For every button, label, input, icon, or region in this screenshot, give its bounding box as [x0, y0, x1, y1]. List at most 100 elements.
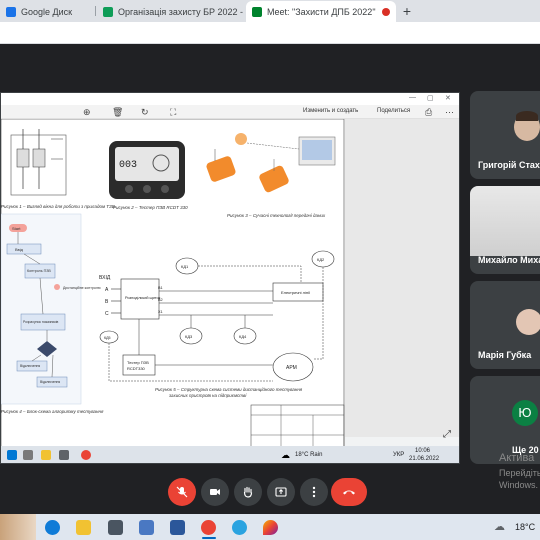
figure-caption: Рисунок 4 – Блок-схема алгоритму тестува… — [1, 409, 104, 414]
system-structure-diagram: ВХІД A B C Розподільчий щиток B1 B2 X1 Е… — [99, 250, 335, 382]
tab-google-drive[interactable]: Google Диск — [0, 1, 92, 22]
participant-video — [470, 186, 540, 256]
rotate-icon[interactable]: ↻ — [141, 107, 149, 118]
input-label: ВХІД — [99, 275, 111, 281]
terminal-label: X1 — [158, 310, 163, 314]
maximize-icon[interactable]: ▢ — [427, 94, 434, 102]
chrome-icon[interactable] — [81, 450, 91, 460]
sheets-icon — [103, 6, 113, 17]
edit-create-button[interactable]: Изменить и создать — [303, 108, 358, 114]
browser-tab-strip: Google Диск Організація захисту БР 2022 … — [0, 0, 540, 22]
cloud-icon: ☁ — [494, 521, 505, 533]
rcd-wiring-schematic — [10, 129, 67, 196]
print-icon[interactable]: ⎙ — [425, 107, 432, 118]
clock-time: 10:06 — [415, 448, 431, 454]
flowchart-step: Розрахунок показників — [23, 320, 59, 324]
windows-start-icon[interactable] — [7, 450, 17, 460]
microphone-off-icon — [176, 486, 188, 498]
word-icon[interactable] — [170, 520, 185, 535]
camera-toggle-button[interactable] — [201, 478, 229, 506]
figure-caption: Рисунок 5 – Структурна схема системи дис… — [155, 387, 303, 392]
tab-meet[interactable]: Meet: "Захисти ДПБ 2022" ✕ — [246, 1, 396, 22]
more-vertical-icon — [312, 486, 316, 498]
tab-label: Організація захисту БР 2022 - G — [118, 6, 243, 17]
tester-display-value: 003 — [119, 160, 137, 171]
end-call-button[interactable] — [331, 478, 367, 506]
new-tab-button[interactable]: + — [399, 3, 415, 19]
more-options-button[interactable] — [300, 478, 328, 506]
raise-hand-icon — [243, 486, 253, 498]
terminal-label: B1 — [158, 286, 163, 290]
node-label: КД5 — [104, 336, 111, 340]
activation-watermark: Windows. — [499, 480, 539, 490]
flowchart-step: Контроль ПЗВ — [27, 269, 51, 273]
participant-tile[interactable]: Михайло Михайлишин — [470, 186, 540, 274]
microphone-toggle-button[interactable] — [168, 478, 196, 506]
flowchart-start: Start — [12, 226, 21, 231]
tab-label: Meet: "Захисти ДПБ 2022" — [267, 6, 376, 17]
participant-tile[interactable]: Марія Губка — [470, 281, 540, 369]
minimize-icon[interactable]: — — [409, 94, 416, 101]
present-screen-button[interactable] — [267, 478, 295, 506]
tab-sheets[interactable]: Організація захисту БР 2022 - G ✕ — [97, 1, 243, 22]
data-transfer-devices — [206, 133, 336, 193]
title-block — [250, 404, 345, 452]
tab-separator — [95, 6, 96, 16]
paint-icon[interactable] — [263, 520, 278, 535]
figure-caption: захисних пристроїв на підприємстві — [169, 393, 247, 398]
weather-temperature[interactable]: 18°C — [515, 522, 535, 532]
node-label: КД1 — [181, 264, 189, 269]
edge-icon[interactable] — [45, 520, 60, 535]
phase-label: C — [105, 311, 109, 317]
avatar — [516, 309, 540, 335]
weather-text: 18°C Rain — [295, 452, 323, 458]
participant-name: Михайло Михайлишин — [478, 255, 540, 265]
share-button[interactable]: Поделиться — [377, 108, 410, 114]
flowchart-step: Відключення — [20, 364, 40, 368]
tab-label: Google Диск — [21, 6, 73, 17]
avatar: Ю — [512, 400, 538, 426]
arm-label: АРМ — [286, 365, 297, 371]
widgets-thumbnail[interactable] — [0, 514, 36, 540]
camera-icon — [210, 489, 220, 495]
participant-tile-overflow[interactable]: Ю Ще 20 — [470, 376, 540, 464]
cloud-icon: ☁ — [281, 450, 290, 460]
address-bar[interactable] — [0, 22, 540, 44]
language-indicator[interactable]: УКР — [393, 452, 404, 458]
media-icon[interactable] — [108, 520, 123, 535]
chrome-icon[interactable] — [201, 520, 216, 535]
more-icon[interactable]: ⋯ — [445, 107, 454, 118]
drawing-page: 003 Start Ввід Контроль ПЗВ Дистанційне … — [1, 119, 345, 463]
google-drive-icon — [6, 6, 16, 17]
save-icon[interactable] — [139, 520, 154, 535]
expand-icon[interactable]: ⤢ — [443, 429, 451, 440]
meet-header — [0, 44, 540, 88]
file-explorer-icon[interactable] — [41, 450, 51, 460]
activation-watermark: Актива — [499, 452, 535, 464]
flowchart-step: Відключення — [40, 380, 60, 384]
photos-icon[interactable] — [59, 450, 69, 460]
delete-icon[interactable]: 🗑 — [112, 107, 123, 118]
raise-hand-button[interactable] — [234, 478, 262, 506]
end-call-icon — [343, 490, 355, 495]
zoom-icon[interactable]: ⊕ — [83, 107, 91, 118]
crop-icon[interactable]: ⛶ — [170, 107, 176, 118]
participant-name: Марія Губка — [478, 350, 532, 360]
participant-tile[interactable]: Григорій Стахів — [470, 91, 540, 179]
node-label: КД2 — [317, 257, 325, 262]
file-explorer-icon[interactable] — [76, 520, 91, 535]
telegram-icon[interactable] — [232, 520, 247, 535]
avatar-hair — [516, 111, 538, 121]
consumer-label: Електричні лінії — [281, 290, 311, 295]
participant-name: Григорій Стахів — [478, 160, 540, 170]
flowchart-step: Дистанційне контролю — [63, 286, 101, 290]
breaker-label: Розподільчий щиток — [125, 296, 161, 300]
search-icon[interactable] — [23, 450, 33, 460]
node-label: КД3 — [185, 334, 193, 339]
close-icon[interactable]: ✕ — [445, 94, 451, 102]
tester-label: RCDT330 — [127, 366, 146, 371]
activation-watermark: Перейдіть — [499, 468, 540, 478]
figure-caption: Рисунок 2 – Тестер ПЗВ RCDT 330 — [113, 205, 188, 210]
meet-icon — [252, 6, 262, 17]
viewer-toolbar: ⊕ 🗑 ↻ ⛶ Изменить и создать Поделиться ⎙ … — [1, 105, 459, 119]
